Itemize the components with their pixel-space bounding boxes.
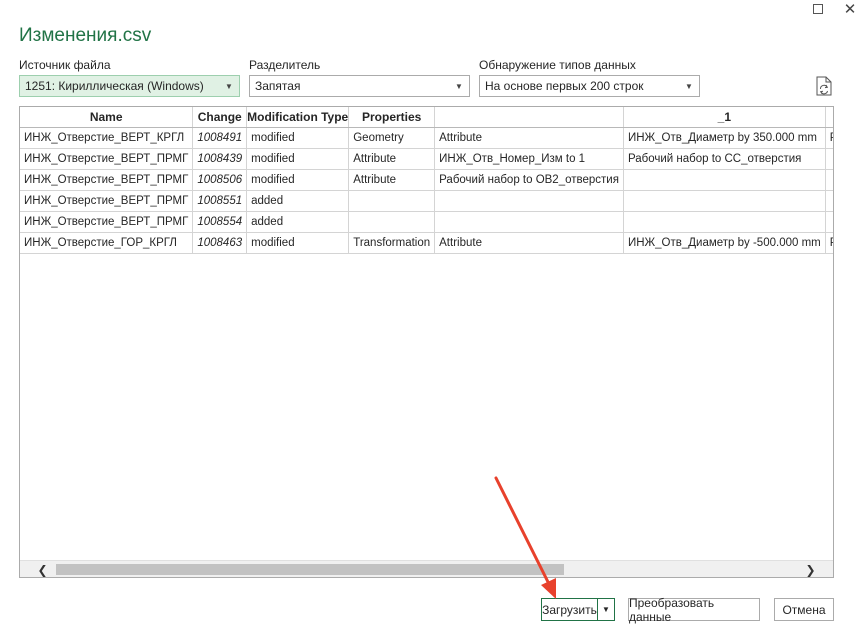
cell: ИНЖ_Отверстие_ВЕРТ_ПРМГ <box>20 169 194 191</box>
table-row: ИНЖ_Отверстие_ГОР_КРГЛ 1008463 modified … <box>20 232 833 254</box>
chevron-left-icon: ❮ <box>37 562 48 577</box>
chevron-down-icon: ▼ <box>685 81 693 91</box>
maximize-icon <box>813 4 823 14</box>
column-header-modification-type[interactable]: Modification Type <box>246 107 350 128</box>
load-options-button[interactable]: ▼ <box>597 599 614 620</box>
cell <box>434 211 624 233</box>
column-header-1[interactable]: _1 <box>623 107 826 128</box>
cell: 1008554 <box>192 211 248 233</box>
cell <box>434 190 624 212</box>
cell: Рад <box>825 232 833 254</box>
cell: 1008463 <box>192 232 248 254</box>
refresh-icon <box>816 76 832 96</box>
scroll-left-button[interactable]: ❮ <box>34 561 51 577</box>
chevron-down-icon: ▼ <box>455 81 463 91</box>
cell: added <box>246 190 350 212</box>
data-table: Name Change Modification Type Properties… <box>20 107 833 254</box>
cell: Attribute <box>434 232 624 254</box>
cell: Рабочий набор to ОВ2_отверстия <box>434 169 624 191</box>
table-row: ИНЖ_Отверстие_ВЕРТ_ПРМГ 1008554 added <box>20 211 833 233</box>
cell: Рабочий набор to СС_отверстия <box>623 148 826 170</box>
table-header-row: Name Change Modification Type Properties… <box>20 107 833 128</box>
horizontal-scrollbar[interactable]: ❮ ❯ <box>20 560 833 577</box>
file-origin-label: Источник файла <box>19 58 111 72</box>
type-detection-value: На основе первых 200 строк <box>485 79 644 93</box>
type-detection-label: Обнаружение типов данных <box>479 58 636 72</box>
column-header-change[interactable]: Change <box>192 107 248 128</box>
cell: ИНЖ_Отверстие_ВЕРТ_ПРМГ <box>20 148 194 170</box>
cell <box>623 169 826 191</box>
cell <box>825 169 833 191</box>
load-split-button[interactable]: Загрузить ▼ <box>541 598 615 621</box>
cell <box>825 148 833 170</box>
cell: ИНЖ_Отв_Диаметр by 350.000 mm <box>623 127 826 149</box>
cell: 1008506 <box>192 169 248 191</box>
cell: 1008439 <box>192 148 248 170</box>
cell <box>825 190 833 212</box>
cell <box>623 211 826 233</box>
cell: ИНЖ_Отв_Номер_Изм to 1 <box>434 148 624 170</box>
cell: Attribute <box>348 148 436 170</box>
cell: ИНЖ_Отверстие_ВЕРТ_ПРМГ <box>20 211 194 233</box>
cell: ИНЖ_Отверстие_ВЕРТ_КРГЛ <box>20 127 194 149</box>
cell: Attribute <box>434 127 624 149</box>
file-origin-value: 1251: Кириллическая (Windows) <box>25 79 204 93</box>
cell: ИНЖ_Отверстие_ВЕРТ_ПРМГ <box>20 190 194 212</box>
cell: Attribute <box>348 169 436 191</box>
transform-data-button[interactable]: Преобразовать данные <box>628 596 760 624</box>
close-icon: ✕ <box>843 0 857 18</box>
cell: modified <box>246 148 350 170</box>
cell: ИНЖ_Отверстие_ГОР_КРГЛ <box>20 232 194 254</box>
cell <box>348 211 436 233</box>
cell: modified <box>246 232 350 254</box>
cell: added <box>246 211 350 233</box>
cell: modified <box>246 127 350 149</box>
type-detection-dropdown[interactable]: На основе первых 200 строк ▼ <box>479 75 700 97</box>
dialog-title: Изменения.csv <box>19 25 152 46</box>
table-row: ИНЖ_Отверстие_ВЕРТ_ПРМГ 1008506 modified… <box>20 169 833 191</box>
chevron-right-icon: ❯ <box>805 562 816 577</box>
cell <box>348 190 436 212</box>
file-origin-dropdown[interactable]: 1251: Кириллическая (Windows) ▼ <box>19 75 240 97</box>
chevron-down-icon: ▼ <box>602 605 610 614</box>
delimiter-label: Разделитель <box>249 58 321 72</box>
chevron-down-icon: ▼ <box>225 81 233 91</box>
cell: 1008551 <box>192 190 248 212</box>
load-button[interactable]: Загрузить <box>542 603 597 617</box>
cell <box>623 190 826 212</box>
cell: ИНЖ_Отв_Диаметр by -500.000 mm <box>623 232 826 254</box>
cell: modified <box>246 169 350 191</box>
delimiter-dropdown[interactable]: Запятая ▼ <box>249 75 470 97</box>
scroll-right-button[interactable]: ❯ <box>802 561 819 577</box>
column-header-properties[interactable]: Properties <box>348 107 436 128</box>
column-header-overflow[interactable] <box>825 107 833 128</box>
cell: Transformation <box>348 232 436 254</box>
scrollbar-thumb[interactable] <box>56 564 564 575</box>
data-preview-grid[interactable]: Name Change Modification Type Properties… <box>19 106 834 578</box>
cell <box>825 211 833 233</box>
cell: Рад <box>825 127 833 149</box>
cell: 1008491 <box>192 127 248 149</box>
column-header-blank[interactable] <box>434 107 624 128</box>
refresh-button[interactable] <box>815 76 833 96</box>
delimiter-value: Запятая <box>255 79 301 93</box>
cancel-button[interactable]: Отмена <box>774 598 834 621</box>
table-row: ИНЖ_Отверстие_ВЕРТ_ПРМГ 1008439 modified… <box>20 148 833 170</box>
column-header-name[interactable]: Name <box>20 107 194 128</box>
table-row: ИНЖ_Отверстие_ВЕРТ_ПРМГ 1008551 added <box>20 190 833 212</box>
maximize-button[interactable] <box>808 0 828 18</box>
close-button[interactable]: ✕ <box>840 0 860 18</box>
table-row: ИНЖ_Отверстие_ВЕРТ_КРГЛ 1008491 modified… <box>20 127 833 149</box>
cell: Geometry <box>348 127 436 149</box>
